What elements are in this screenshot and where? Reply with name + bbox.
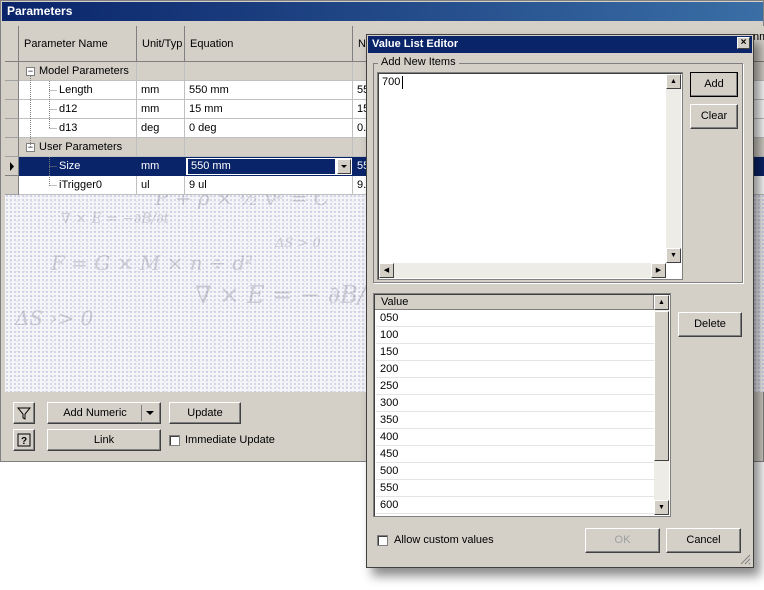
row-header [5, 62, 19, 81]
param-equation-combo[interactable]: 550 mm [185, 157, 353, 176]
list-item[interactable]: 150 [376, 344, 656, 361]
param-unit[interactable]: mm [137, 81, 185, 100]
svg-text:?: ? [21, 436, 27, 447]
scroll-up-button[interactable]: ▲ [666, 74, 681, 89]
horizontal-scrollbar[interactable]: ◀ ▶ [379, 263, 666, 278]
param-unit[interactable]: mm [137, 100, 185, 119]
param-equation[interactable]: 15 mm [185, 100, 353, 119]
list-item[interactable]: 600 [376, 497, 656, 514]
list-item[interactable]: 500 [376, 463, 656, 480]
text-cursor [402, 76, 403, 89]
list-item[interactable]: 250 [376, 378, 656, 395]
row-header [5, 157, 19, 176]
row-header [5, 138, 19, 157]
row-header [5, 119, 19, 138]
new-items-textarea[interactable]: 700 ▲ ▼ ◀ ▶ [377, 72, 683, 280]
immediate-update-label: Immediate Update [185, 434, 275, 446]
chevron-down-icon [341, 165, 347, 168]
param-unit[interactable]: ul [137, 176, 185, 195]
param-equation[interactable]: 550 mm [185, 81, 353, 100]
scroll-thumb[interactable] [654, 311, 669, 461]
list-vertical-scrollbar[interactable]: ▲ ▼ [654, 295, 669, 515]
group-cell [137, 138, 185, 157]
add-button[interactable]: Add [690, 72, 738, 97]
close-button[interactable]: × [737, 37, 750, 49]
immediate-update-checkbox[interactable] [169, 435, 180, 446]
list-item[interactable]: 300 [376, 395, 656, 412]
resize-grip-icon[interactable] [739, 553, 751, 565]
dialog-title: Value List Editor [368, 36, 752, 53]
tree-lines [30, 76, 57, 186]
clear-button[interactable]: Clear [690, 104, 738, 129]
link-button[interactable]: Link [47, 429, 161, 451]
column-header-name[interactable]: Parameter Name [19, 26, 137, 62]
value-list-editor-dialog: Value List Editor × Add New Items 700 ▲ … [366, 34, 754, 568]
formula-decoration: ΔS > 0 [275, 236, 321, 251]
cancel-button[interactable]: Cancel [666, 528, 741, 553]
filter-icon [16, 407, 32, 420]
list-item[interactable]: 100 [376, 327, 656, 344]
grid-corner [5, 26, 19, 62]
allow-custom-values-label: Allow custom values [394, 534, 494, 546]
help-button[interactable]: ? [13, 429, 35, 451]
scroll-right-button[interactable]: ▶ [651, 263, 666, 278]
add-numeric-label[interactable]: Add Numeric [48, 403, 142, 423]
formula-decoration: F = G × M × n ÷ d² [51, 251, 253, 275]
update-button[interactable]: Update [169, 402, 241, 424]
formula-decoration: ∇ × E = − ∂B/∂t [195, 281, 388, 309]
list-item[interactable]: 350 [376, 412, 656, 429]
list-item[interactable]: 400 [376, 429, 656, 446]
add-numeric-split-button[interactable]: Add Numeric [47, 402, 161, 424]
ok-button[interactable]: OK [585, 528, 660, 553]
list-item[interactable]: 050 [376, 310, 656, 327]
allow-custom-values-checkbox[interactable] [377, 535, 388, 546]
add-new-items-label: Add New Items [378, 56, 459, 68]
param-equation[interactable]: 0 deg [185, 119, 353, 138]
group-cell [137, 62, 185, 81]
scroll-up-button[interactable]: ▲ [654, 295, 669, 310]
new-items-text[interactable]: 700 [382, 76, 400, 88]
param-unit[interactable]: mm [137, 157, 185, 176]
filter-button[interactable] [13, 402, 35, 424]
window-title: Parameters [2, 2, 763, 21]
column-header-unit[interactable]: Unit/Typ [137, 26, 185, 62]
vertical-scrollbar[interactable]: ▲ ▼ [666, 74, 681, 263]
group-cell [185, 62, 353, 81]
delete-button[interactable]: Delete [678, 312, 742, 337]
param-equation[interactable]: 550 mm [188, 159, 335, 174]
scroll-left-button[interactable]: ◀ [379, 263, 394, 278]
column-header-partial: nm [753, 31, 764, 43]
combo-dropdown-button[interactable] [337, 159, 351, 174]
close-icon: × [740, 37, 747, 48]
formula-decoration: ∇ × E = −∂B/∂t [61, 211, 170, 227]
scroll-down-button[interactable]: ▼ [654, 500, 669, 515]
row-header [5, 176, 19, 195]
formula-decoration: ΔS ›> 0 [15, 306, 94, 330]
param-equation[interactable]: 9 ul [185, 176, 353, 195]
current-row-arrow-icon [10, 162, 14, 171]
row-header [5, 100, 19, 119]
param-unit[interactable]: deg [137, 119, 185, 138]
column-header-equation[interactable]: Equation [185, 26, 353, 62]
group-cell [185, 138, 353, 157]
values-list-header[interactable]: Value [375, 295, 654, 310]
row-header [5, 81, 19, 100]
chevron-down-icon[interactable] [144, 408, 156, 418]
list-item[interactable]: 550 [376, 480, 656, 497]
scroll-down-button[interactable]: ▼ [666, 248, 681, 263]
help-icon: ? [17, 433, 31, 447]
values-list[interactable]: Value 050 100 150 200 250 300 350 400 45… [373, 293, 671, 517]
list-item[interactable]: 200 [376, 361, 656, 378]
list-item[interactable]: 450 [376, 446, 656, 463]
